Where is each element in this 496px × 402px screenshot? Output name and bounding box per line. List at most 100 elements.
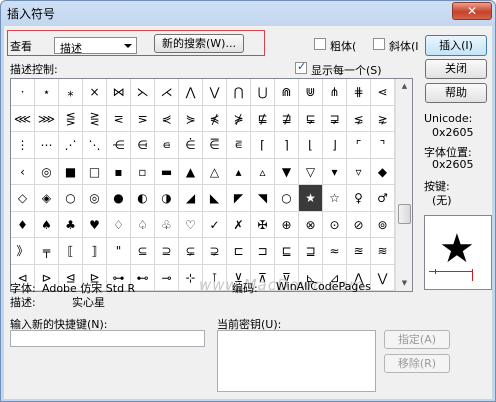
symbol-cell[interactable]: ⋴ <box>155 132 179 159</box>
symbol-cell[interactable]: " <box>107 238 131 265</box>
symbol-cell[interactable]: ⋃ <box>251 79 275 106</box>
scroll-thumb[interactable] <box>398 204 411 224</box>
symbol-cell[interactable]: ⋷ <box>227 132 251 159</box>
symbol-cell[interactable]: ⋁ <box>203 79 227 106</box>
bold-checkbox[interactable] <box>314 38 326 50</box>
symbol-cell[interactable]: ⋳ <box>131 132 155 159</box>
symbol-cell[interactable]: ⋆ <box>35 79 59 106</box>
symbol-cell[interactable]: ◤ <box>227 185 251 212</box>
symbol-cell[interactable]: ▴ <box>227 158 251 185</box>
symbol-cell[interactable]: ⋱ <box>83 132 107 159</box>
help-button[interactable]: 帮助 <box>425 83 487 103</box>
italic-checkbox[interactable] <box>373 38 385 50</box>
symbol-cell[interactable]: ⊑ <box>275 238 299 265</box>
symbol-cell[interactable]: ◣ <box>203 185 227 212</box>
symbol-cell[interactable]: ‹ <box>11 158 35 185</box>
symbol-cell[interactable]: ⋶ <box>203 132 227 159</box>
symbol-cell[interactable]: ╤ <box>35 238 59 265</box>
symbol-cell[interactable]: ♀ <box>347 185 371 212</box>
symbol-cell[interactable]: ⊋ <box>203 238 227 265</box>
show-each-checkbox[interactable] <box>295 60 307 74</box>
assign-button[interactable]: 指定(A) <box>384 330 450 349</box>
symbol-cell[interactable]: ⊐ <box>251 238 275 265</box>
window-close-button[interactable]: ✕ <box>452 2 492 20</box>
symbol-cell[interactable]: ● <box>107 185 131 212</box>
symbol-cell[interactable]: ▿ <box>347 158 371 185</box>
symbol-cell[interactable]: ⋰ <box>59 132 83 159</box>
symbol-cell[interactable]: ▬ <box>155 158 179 185</box>
symbol-cell[interactable]: ⋮ <box>11 132 35 159</box>
symbol-cell[interactable]: ⊊ <box>179 238 203 265</box>
symbol-cell[interactable]: ⋯ <box>35 132 59 159</box>
symbol-cell[interactable]: ♤ <box>131 211 155 238</box>
symbol-cell[interactable]: ◥ <box>251 185 275 212</box>
scroll-down-icon[interactable]: ▼ <box>397 276 412 291</box>
scroll-up-icon[interactable]: ▲ <box>397 79 412 94</box>
grid-scrollbar[interactable]: ▲ ▼ <box>395 79 412 291</box>
symbol-cell[interactable]: ⋜ <box>107 105 131 132</box>
symbol-cell[interactable]: ▾ <box>323 158 347 185</box>
symbol-cell[interactable]: ◎ <box>83 185 107 212</box>
symbol-cell[interactable]: ⋌ <box>155 79 179 106</box>
symbol-cell[interactable]: ⌉ <box>275 132 299 159</box>
symbol-cell[interactable]: ⋥ <box>323 105 347 132</box>
symbol-cell[interactable]: ⋵ <box>179 132 203 159</box>
symbol-cell[interactable]: ♠ <box>35 211 59 238</box>
symbol-cell[interactable]: ⌋ <box>323 132 347 159</box>
symbol-cell[interactable]: ⋓ <box>299 79 323 106</box>
symbol-cell[interactable]: ◎ <box>35 158 59 185</box>
symbol-cell[interactable]: ♦ <box>11 211 35 238</box>
symbol-cell[interactable]: ○ <box>275 185 299 212</box>
symbol-cell[interactable]: ⋖ <box>371 79 395 106</box>
symbol-cell[interactable]: ○ <box>59 185 83 212</box>
symbol-cell[interactable]: ▼ <box>275 158 299 185</box>
symbol-cell[interactable]: ⋁ <box>371 264 395 291</box>
symbol-cell[interactable]: ♥ <box>83 211 107 238</box>
symbol-cell[interactable]: ★ <box>299 185 323 212</box>
symbol-cell[interactable]: ⟦ <box>59 238 83 265</box>
symbol-cell[interactable]: ⊘ <box>347 211 371 238</box>
symbol-cell[interactable]: ✗ <box>227 211 251 238</box>
symbol-cell[interactable]: ≊ <box>347 238 371 265</box>
symbol-cell[interactable]: ⋈ <box>107 79 131 106</box>
symbol-cell[interactable]: ◈ <box>35 185 59 212</box>
symbol-cell[interactable]: ⋂ <box>227 79 251 106</box>
symbol-cell[interactable]: ⊙ <box>323 211 347 238</box>
symbol-cell[interactable]: ⋠ <box>203 105 227 132</box>
symbol-cell[interactable]: ≈ <box>323 238 347 265</box>
symbol-cell[interactable]: ♣ <box>59 211 83 238</box>
new-search-button[interactable]: 新的搜索(W)... <box>154 34 244 53</box>
symbol-cell[interactable]: ⋒ <box>275 79 299 106</box>
symbol-cell[interactable]: ✠ <box>251 211 275 238</box>
symbol-cell[interactable]: ⋟ <box>179 105 203 132</box>
symbol-cell[interactable]: ✓ <box>203 211 227 238</box>
symbol-cell[interactable]: ⋘ <box>11 105 35 132</box>
symbol-cell[interactable]: ⋣ <box>275 105 299 132</box>
symbol-cell[interactable]: ⋙ <box>35 105 59 132</box>
symbol-cell[interactable]: ⌜ <box>347 132 371 159</box>
symbol-cell[interactable]: ⌈ <box>251 132 275 159</box>
insert-button[interactable]: 插入(I) <box>425 35 487 56</box>
symbol-cell[interactable]: ◆ <box>371 158 395 185</box>
symbol-cell[interactable]: ◢ <box>179 185 203 212</box>
symbol-cell[interactable]: ⊏ <box>227 238 251 265</box>
symbol-cell[interactable]: ♧ <box>155 211 179 238</box>
symbol-cell[interactable]: ▵ <box>251 158 275 185</box>
symbol-cell[interactable]: ◇ <box>11 185 35 212</box>
symbol-cell[interactable]: ♢ <box>107 211 131 238</box>
close-button[interactable]: 关闭 <box>425 59 487 79</box>
symbol-cell[interactable]: ⌊ <box>299 132 323 159</box>
symbol-cell[interactable]: ⋦ <box>347 105 371 132</box>
new-shortcut-input[interactable] <box>10 330 205 347</box>
symbol-cell[interactable]: ⊒ <box>299 238 323 265</box>
symbol-cell[interactable]: ⋞ <box>155 105 179 132</box>
symbol-cell[interactable]: ⋛ <box>83 105 107 132</box>
symbol-cell[interactable]: ⋕ <box>347 79 371 106</box>
symbol-cell[interactable]: ⌝ <box>371 132 395 159</box>
symbol-cell[interactable]: ⊸ <box>155 264 179 291</box>
symbol-cell[interactable]: ◐ <box>131 185 155 212</box>
symbol-cell[interactable]: 》 <box>11 238 35 265</box>
symbol-cell[interactable]: ⊗ <box>299 211 323 238</box>
symbol-cell[interactable]: ▪ <box>107 158 131 185</box>
symbol-cell[interactable]: ☆ <box>323 185 347 212</box>
